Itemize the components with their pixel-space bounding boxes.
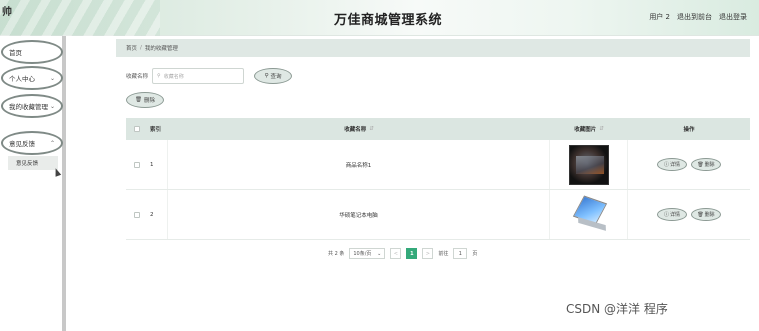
sidebar-item-label: 意见反馈 <box>9 140 35 148</box>
sidebar-item-feedback[interactable]: 意见反馈 ⌃ <box>1 131 63 155</box>
row-index: 1 <box>148 140 168 189</box>
sidebar-item-label: 我的收藏管理 <box>9 103 48 111</box>
info-icon: ⓘ <box>663 212 669 218</box>
sidebar-item-label: 个人中心 <box>9 75 35 83</box>
laptop-image <box>569 195 609 235</box>
column-index: 索引 <box>150 127 162 133</box>
page-number-current[interactable]: 1 <box>406 248 418 259</box>
batch-delete-button[interactable]: 🗑 删除 <box>126 92 164 108</box>
trash-icon: 🗑 <box>697 161 704 168</box>
detail-label: 详情 <box>670 162 681 168</box>
select-all-checkbox[interactable] <box>134 126 140 132</box>
user-label: 用户 2 <box>649 13 670 21</box>
sort-icon: ⇵ <box>599 126 604 132</box>
page-size-value: 10条/页 <box>353 251 372 257</box>
row-actions: ⓘ 详情 🗑 删除 <box>628 158 750 171</box>
sort-icon: ⇵ <box>369 126 374 132</box>
to-frontend-link[interactable]: 退出到前台 <box>677 12 712 22</box>
sidebar-item-profile[interactable]: 个人中心 ⌄ <box>1 66 63 90</box>
column-image-label: 收藏图片 <box>574 127 597 133</box>
row-check-cell <box>126 211 148 218</box>
logo: 帅 <box>2 7 12 18</box>
search-icon: ⚲ <box>264 73 269 79</box>
search-form: 收藏名称 ⚲ 收藏名称 ⚲ 查询 <box>126 68 293 84</box>
breadcrumb: 首页 / 我的收藏管理 <box>116 39 750 57</box>
column-operation: 操作 <box>683 127 695 133</box>
top-header: 帅 万佳商城管理系统 用户 2 退出到前台 退出登录 <box>0 0 759 36</box>
chevron-down-icon: ⌄ <box>377 250 382 257</box>
page-size-select[interactable]: 10条/页 ⌄ <box>349 248 386 259</box>
trash-icon: 🗑 <box>135 97 142 103</box>
query-button[interactable]: ⚲ 查询 <box>254 68 293 84</box>
column-name-label: 收藏名称 <box>344 127 367 133</box>
sidebar: 首页 个人中心 ⌄ 我的收藏管理 ⌄ 意见反馈 ⌃ 意见反馈 <box>0 36 66 331</box>
next-page-button[interactable]: > <box>422 248 434 259</box>
chevron-up-icon: ⌃ <box>49 139 55 147</box>
search-input[interactable]: ⚲ 收藏名称 <box>152 68 245 84</box>
row-check-cell <box>126 161 148 168</box>
row-image-cell <box>550 140 628 189</box>
watermark: CSDN @洋洋 程序 <box>566 302 668 316</box>
row-actions: ⓘ 详情 🗑 删除 <box>628 208 750 221</box>
search-icon: ⚲ <box>157 73 161 79</box>
monitor-image <box>568 144 609 185</box>
trash-icon: 🗑 <box>697 211 704 218</box>
batch-delete-label: 删除 <box>143 98 155 104</box>
table-row: 1 商品名称1 ⓘ 详情 🗑 删除 <box>126 140 750 190</box>
search-label: 收藏名称 <box>126 74 149 80</box>
detail-label: 详情 <box>670 212 681 218</box>
search-placeholder: 收藏名称 <box>163 73 184 80</box>
sidebar-item-favorites[interactable]: 我的收藏管理 ⌄ <box>1 94 63 118</box>
detail-button[interactable]: ⓘ 详情 <box>657 158 687 171</box>
info-icon: ⓘ <box>663 162 669 168</box>
column-image[interactable]: 收藏图片 ⇵ <box>550 118 628 140</box>
pagination-total: 共 2 条 <box>328 251 345 257</box>
page-unit: 页 <box>472 251 478 257</box>
sidebar-item-label: 首页 <box>9 49 22 57</box>
goto-label: 前往 <box>438 251 449 257</box>
sidebar-item-home[interactable]: 首页 <box>1 40 63 64</box>
app-window: 帅 万佳商城管理系统 用户 2 退出到前台 退出登录 首页 个人中心 ⌄ 我的收… <box>0 0 759 331</box>
query-button-label: 查询 <box>270 74 282 80</box>
breadcrumb-current: 我的收藏管理 <box>144 46 178 52</box>
table-row: 2 华硕笔记本电脑 ⓘ 详情 🗑 删除 <box>126 190 750 240</box>
mouse-cursor-icon <box>52 167 62 177</box>
row-name: 商品名称1 <box>168 140 550 189</box>
column-name[interactable]: 收藏名称 ⇵ <box>168 118 550 140</box>
row-name: 华硕笔记本电脑 <box>168 190 550 239</box>
breadcrumb-separator: / <box>140 45 142 51</box>
chevron-down-icon: ⌄ <box>49 74 55 82</box>
table-header: 索引 收藏名称 ⇵ 收藏图片 ⇵ 操作 <box>126 118 750 140</box>
breadcrumb-home[interactable]: 首页 <box>126 44 137 52</box>
delete-button[interactable]: 🗑 删除 <box>691 158 721 171</box>
delete-button[interactable]: 🗑 删除 <box>691 208 721 221</box>
delete-label: 删除 <box>704 212 715 218</box>
favorites-table: 索引 收藏名称 ⇵ 收藏图片 ⇵ 操作 1 商品名称1 ⓘ 详情 🗑 删除 2 … <box>126 118 750 240</box>
row-checkbox[interactable] <box>134 211 140 218</box>
main-content: 首页 / 我的收藏管理 收藏名称 ⚲ 收藏名称 ⚲ 查询 🗑 删除 索引 收藏名… <box>116 36 752 331</box>
chevron-down-icon: ⌄ <box>49 102 55 110</box>
select-all-cell <box>126 126 148 132</box>
goto-page-input[interactable]: 1 <box>453 248 468 259</box>
delete-label: 删除 <box>704 162 715 168</box>
sidebar-subitem-feedback[interactable]: 意见反馈 <box>8 156 58 170</box>
pagination: 共 2 条 10条/页 ⌄ < 1 > 前往 1 页 <box>328 248 477 259</box>
row-index: 2 <box>148 190 168 239</box>
prev-page-button[interactable]: < <box>390 248 402 259</box>
logout-link[interactable]: 退出登录 <box>719 12 747 22</box>
detail-button[interactable]: ⓘ 详情 <box>657 208 687 221</box>
top-right-menu: 用户 2 退出到前台 退出登录 <box>649 12 747 22</box>
row-image-cell <box>550 190 628 239</box>
row-checkbox[interactable] <box>134 161 140 168</box>
page-title: 万佳商城管理系统 <box>334 13 443 28</box>
